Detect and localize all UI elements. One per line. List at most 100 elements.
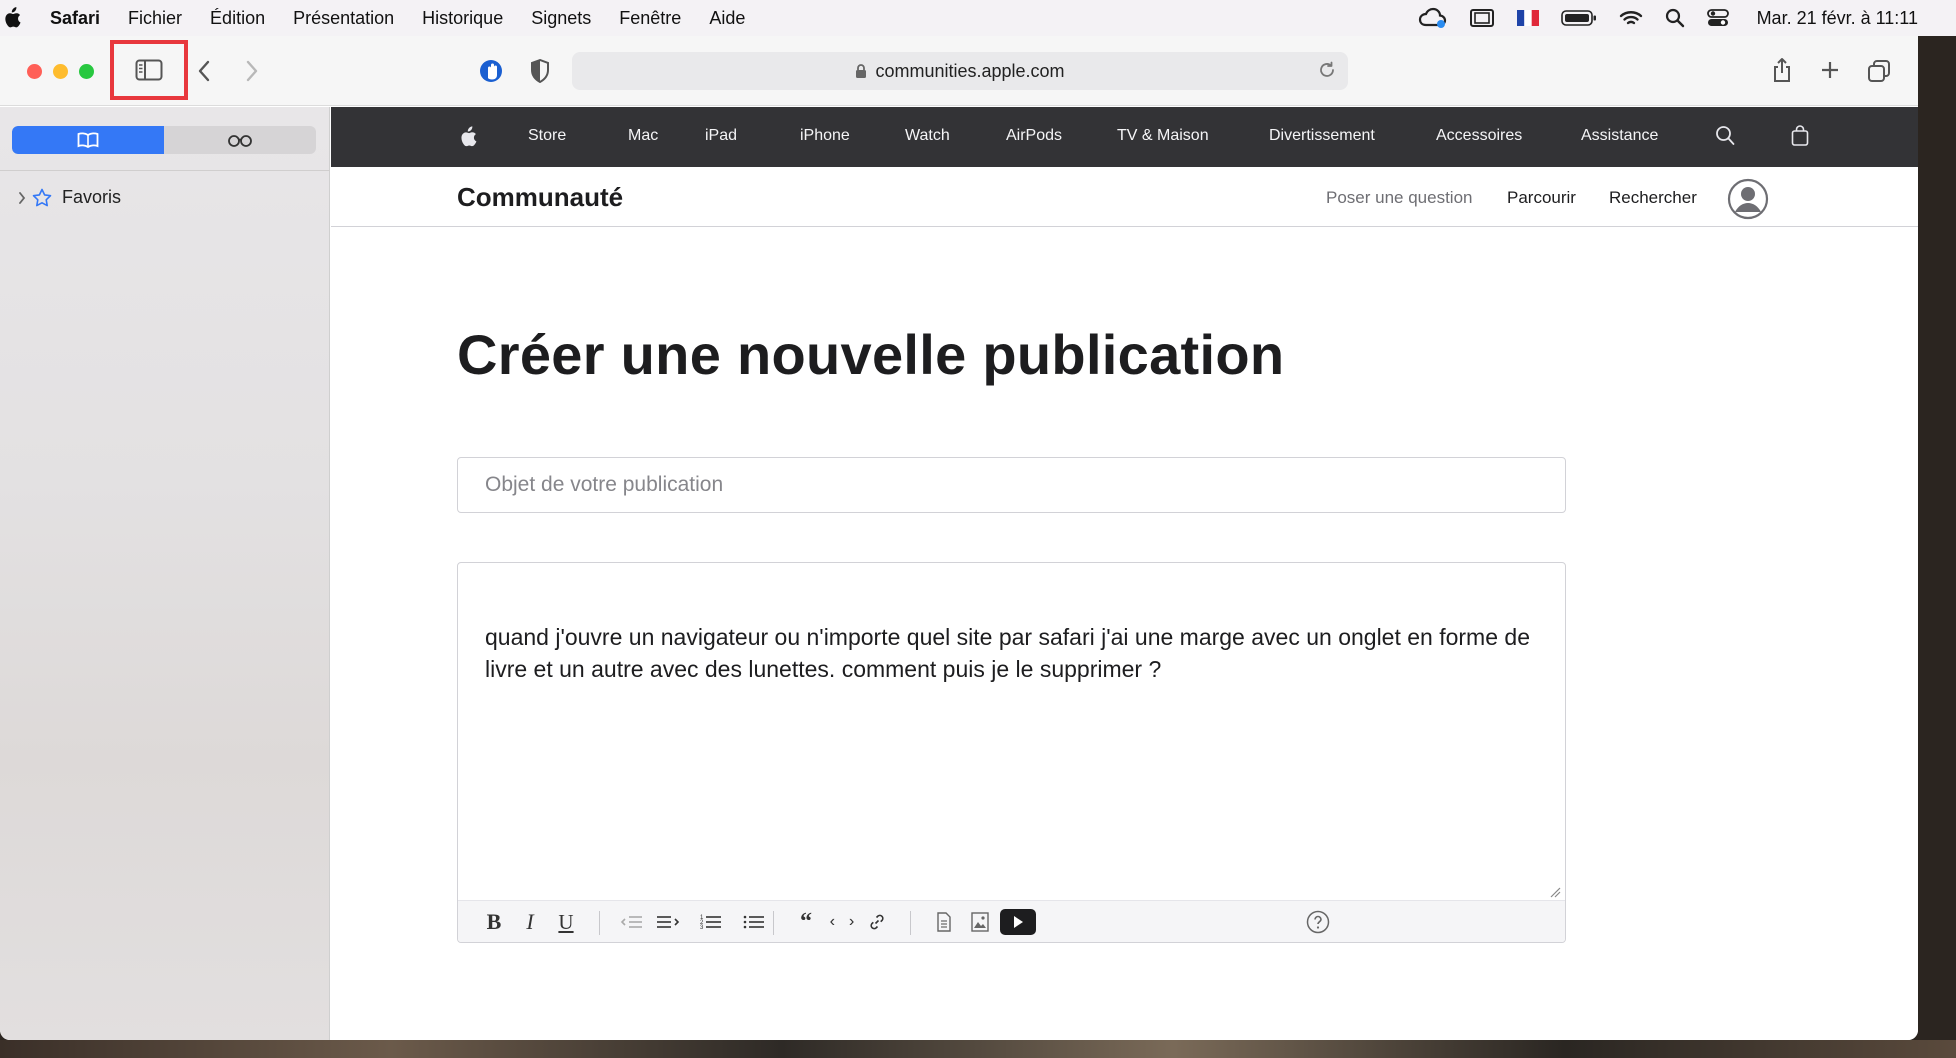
sidebar-item-favoris[interactable]: Favoris: [18, 187, 121, 208]
tab-overview-icon: [1868, 60, 1890, 82]
favoris-label: Favoris: [62, 187, 122, 207]
close-window-button[interactable]: [27, 64, 42, 79]
toolbar-separator: [773, 911, 774, 935]
document-icon: [937, 912, 951, 932]
menubar-clock[interactable]: Mar. 21 févr. à 11:11: [1757, 8, 1918, 29]
lock-icon: [856, 64, 867, 78]
control-center-icon[interactable]: [1706, 8, 1729, 28]
plus-icon: [1822, 62, 1838, 78]
menu-signets[interactable]: Signets: [531, 8, 591, 29]
attach-file-button[interactable]: [929, 901, 959, 942]
sidebar-toggle-button[interactable]: [110, 40, 188, 100]
book-icon: [77, 132, 99, 148]
nav-ipad[interactable]: iPad: [705, 127, 737, 145]
italic-icon: I: [526, 909, 534, 934]
insert-video-button[interactable]: [1000, 901, 1036, 942]
community-title[interactable]: Communauté: [457, 182, 623, 213]
search-icon[interactable]: [1715, 125, 1735, 147]
post-body-text[interactable]: quand j'ouvre un navigateur ou n'importe…: [485, 621, 1545, 685]
insert-image-button[interactable]: [965, 901, 995, 942]
reload-icon[interactable]: [1318, 61, 1336, 79]
french-flag-icon[interactable]: [1516, 10, 1539, 26]
post-body-editor[interactable]: quand j'ouvre un navigateur ou n'importe…: [457, 562, 1566, 943]
link-icon: [870, 914, 884, 930]
tab-overview-button[interactable]: [1866, 58, 1892, 84]
menu-safari[interactable]: Safari: [50, 8, 100, 29]
menu-edition[interactable]: Édition: [210, 8, 265, 29]
battery-icon[interactable]: [1560, 9, 1597, 27]
bookmarks-tab[interactable]: [12, 126, 164, 154]
resize-handle-icon[interactable]: [1549, 886, 1561, 898]
nav-mac[interactable]: Mac: [628, 127, 658, 145]
nav-iphone[interactable]: iPhone: [800, 127, 850, 145]
underline-icon: U: [558, 909, 574, 934]
creative-cloud-icon[interactable]: [1417, 7, 1447, 29]
menu-presentation[interactable]: Présentation: [293, 8, 394, 29]
share-button[interactable]: [1770, 56, 1794, 84]
nav-divertissement[interactable]: Divertissement: [1269, 127, 1375, 145]
privacy-badger-icon: [480, 60, 502, 82]
help-icon: [1306, 910, 1330, 934]
chevron-left-icon: [198, 60, 210, 82]
chevron-right-icon: [246, 60, 258, 82]
bold-icon: B: [486, 909, 502, 934]
nav-tv-maison[interactable]: TV & Maison: [1117, 127, 1209, 145]
toolbar-separator: [599, 911, 600, 935]
privacy-extension-button[interactable]: [478, 58, 504, 84]
menu-historique[interactable]: Historique: [422, 8, 503, 29]
screen-mirror-icon[interactable]: [1469, 8, 1495, 28]
reading-list-tab[interactable]: [164, 126, 316, 154]
bullet-list-button[interactable]: [739, 901, 769, 942]
apple-logo-icon[interactable]: [459, 126, 477, 148]
nav-airpods[interactable]: AirPods: [1006, 127, 1062, 145]
glasses-icon: [228, 135, 252, 147]
menu-fenetre[interactable]: Fenêtre: [619, 8, 681, 29]
blockquote-button[interactable]: “: [791, 901, 821, 942]
quote-icon: “: [800, 908, 812, 935]
safari-window: communities.apple.com Favoris Store Mac …: [0, 36, 1918, 1040]
apple-menu-icon[interactable]: [2, 7, 22, 29]
safari-toolbar: communities.apple.com: [0, 36, 1918, 106]
search-link[interactable]: Rechercher: [1609, 188, 1697, 208]
chevron-right-icon[interactable]: [18, 191, 26, 204]
back-button[interactable]: [192, 58, 216, 84]
outdent-button[interactable]: [617, 901, 647, 942]
bold-button[interactable]: B: [479, 901, 509, 942]
menu-aide[interactable]: Aide: [709, 8, 745, 29]
spotlight-icon[interactable]: [1665, 8, 1685, 28]
help-button[interactable]: [1303, 901, 1333, 942]
ask-question-link[interactable]: Poser une question: [1326, 188, 1473, 208]
sidebar-divider: [0, 170, 330, 171]
privacy-report-button[interactable]: [528, 58, 552, 84]
indent-button[interactable]: [653, 901, 683, 942]
bag-icon[interactable]: [1791, 125, 1809, 147]
editor-toolbar: B I U 123 “ ‹ ›: [458, 900, 1565, 942]
sidebar-icon: [135, 59, 163, 81]
underline-button[interactable]: U: [551, 901, 581, 942]
numbered-list-button[interactable]: 123: [696, 901, 726, 942]
forward-button[interactable]: [240, 58, 264, 84]
minimize-window-button[interactable]: [53, 64, 68, 79]
web-page: Store Mac iPad iPhone Watch AirPods TV &…: [331, 107, 1918, 1040]
code-button[interactable]: ‹ ›: [827, 901, 857, 942]
code-icon: ‹ ›: [827, 913, 857, 931]
toolbar-separator: [910, 911, 911, 935]
nav-accessoires[interactable]: Accessoires: [1436, 127, 1522, 145]
apple-global-nav: Store Mac iPad iPhone Watch AirPods TV &…: [331, 107, 1918, 167]
address-bar[interactable]: communities.apple.com: [572, 52, 1348, 90]
post-subject-input[interactable]: [457, 457, 1566, 513]
star-icon: [32, 188, 52, 206]
link-button[interactable]: [862, 901, 892, 942]
nav-assistance[interactable]: Assistance: [1581, 127, 1658, 145]
user-avatar-icon[interactable]: [1727, 178, 1769, 220]
browse-link[interactable]: Parcourir: [1507, 188, 1576, 208]
nav-store[interactable]: Store: [528, 127, 566, 145]
italic-button[interactable]: I: [515, 901, 545, 942]
new-tab-button[interactable]: [1818, 58, 1842, 82]
menu-bar: Safari Fichier Édition Présentation Hist…: [0, 0, 1956, 36]
menu-fichier[interactable]: Fichier: [128, 8, 182, 29]
nav-watch[interactable]: Watch: [905, 127, 950, 145]
image-icon: [971, 912, 989, 932]
wifi-icon[interactable]: [1619, 9, 1643, 27]
zoom-window-button[interactable]: [79, 64, 94, 79]
